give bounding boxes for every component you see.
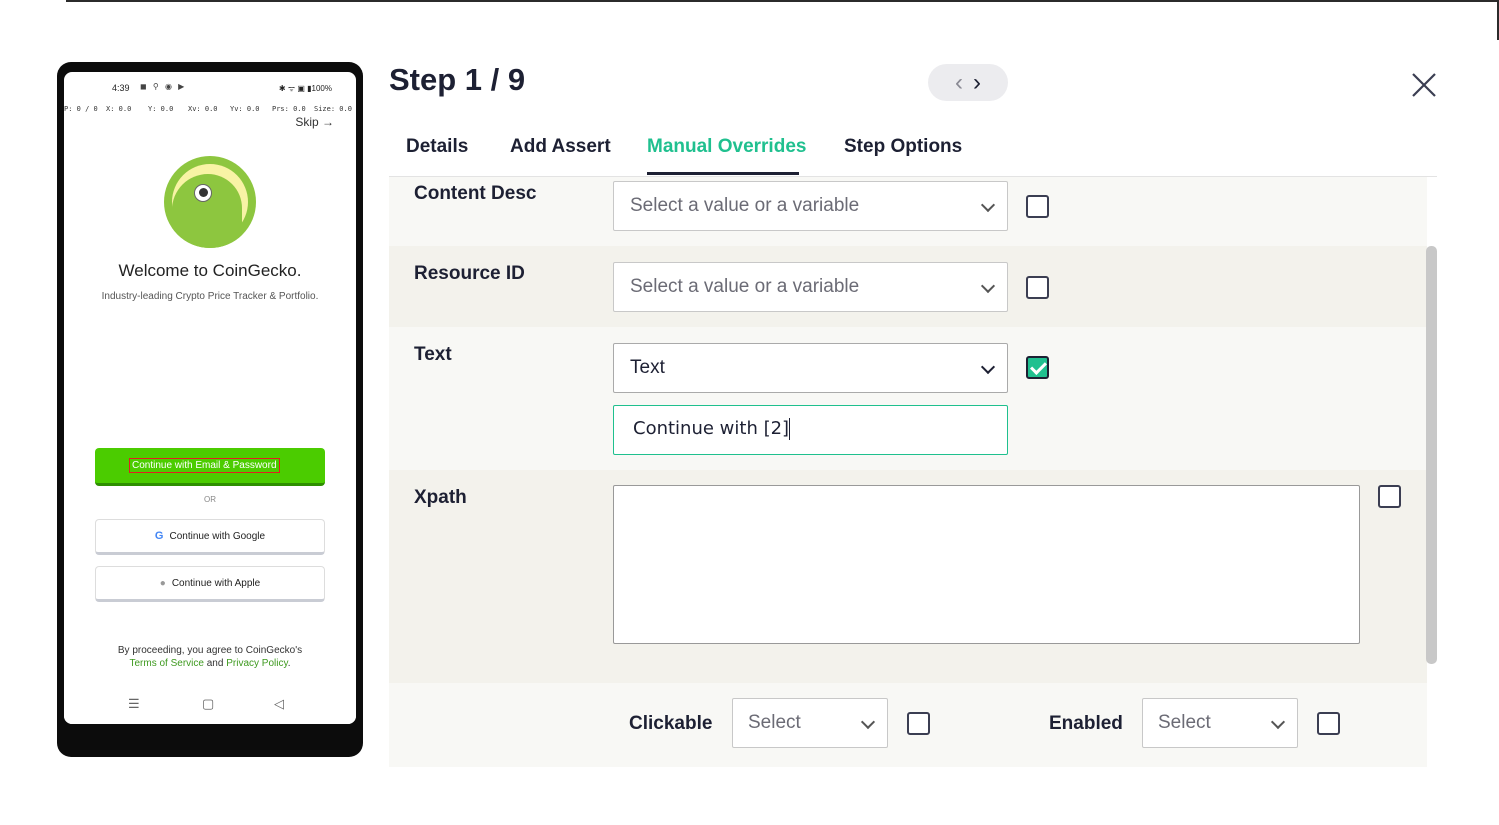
continue-email-label: Continue with Email & Password xyxy=(129,458,280,473)
tab-step-options[interactable]: Step Options xyxy=(844,136,962,158)
tagline: Industry-leading Crypto Price Tracker & … xyxy=(101,291,319,302)
enabled-placeholder: Select xyxy=(1158,712,1211,733)
or-divider: OR xyxy=(204,495,216,504)
tab-bar: Details Add Assert Manual Overrides Step… xyxy=(389,124,1437,177)
pointer-size: Size: 0.0 xyxy=(314,105,352,113)
chevron-right-icon[interactable]: › xyxy=(973,70,981,95)
coingecko-logo-icon xyxy=(164,156,256,248)
content-scrollbar[interactable] xyxy=(1426,246,1437,664)
attributes-row: Clickable Select Enabled Select xyxy=(389,683,1427,767)
active-tab-indicator xyxy=(647,172,799,175)
chevron-down-icon xyxy=(980,197,996,213)
continue-apple-label: Continue with Apple xyxy=(171,577,261,589)
xpath-row: Xpath xyxy=(389,470,1427,683)
google-icon: G xyxy=(154,530,164,542)
terms-link[interactable]: Terms of Service xyxy=(130,658,204,669)
manual-overrides-panel: Content Desc Select a value or a variabl… xyxy=(389,177,1427,767)
resource-id-checkbox[interactable] xyxy=(1026,276,1049,299)
battery-indicator: ✱ ᯤ ▣ ▮100% xyxy=(278,84,332,93)
text-checkbox[interactable] xyxy=(1026,356,1049,379)
enabled-select[interactable]: Select xyxy=(1142,698,1298,748)
window-top-border xyxy=(66,0,1499,2)
welcome-heading: Welcome to CoinGecko. xyxy=(118,261,302,280)
legal-notice: By proceeding, you agree to CoinGecko's … xyxy=(64,644,356,670)
step-title: Step 1 / 9 xyxy=(389,62,526,97)
xpath-label: Xpath xyxy=(414,487,467,508)
device-preview: 4:39 ◼ ⚲ ◉ ▶ ✱ ᯤ ▣ ▮100% P: 0 / 0 X: 0.0… xyxy=(57,62,363,757)
pointer-x: X: 0.0 xyxy=(106,105,132,113)
legal-and: and xyxy=(203,658,227,669)
clickable-label: Clickable xyxy=(629,713,713,734)
tab-add-assert[interactable]: Add Assert xyxy=(510,136,611,158)
tab-manual-overrides[interactable]: Manual Overrides xyxy=(647,136,806,158)
step-navigation: ‹ › xyxy=(928,64,1008,101)
xpath-textarea[interactable] xyxy=(613,485,1360,644)
device-screen[interactable]: 4:39 ◼ ⚲ ◉ ▶ ✱ ᯤ ▣ ▮100% P: 0 / 0 X: 0.0… xyxy=(64,72,356,724)
resource-id-placeholder: Select a value or a variable xyxy=(630,276,860,297)
text-source-select[interactable]: Text xyxy=(613,343,1008,393)
pointer-xv: Xv: 0.0 xyxy=(188,105,218,113)
chevron-down-icon xyxy=(860,714,876,730)
menu-icon[interactable]: ☰ xyxy=(128,696,140,712)
pointer-prs: Prs: 0.0 xyxy=(272,105,306,113)
notification-icons: ◼ ⚲ ◉ ▶ xyxy=(140,82,187,91)
device-status-bar: 4:39 ◼ ⚲ ◉ ▶ ✱ ᯤ ▣ ▮100% xyxy=(64,80,356,94)
enabled-checkbox[interactable] xyxy=(1317,712,1340,735)
pointer-y: Y: 0.0 xyxy=(148,105,174,113)
content-desc-select[interactable]: Select a value or a variable xyxy=(613,181,1008,231)
continue-apple-button[interactable]: ● Continue with Apple xyxy=(95,566,325,602)
text-source-value: Text xyxy=(630,357,665,378)
content-desc-label: Content Desc xyxy=(414,183,537,204)
text-value-input[interactable]: Continue with [2] xyxy=(613,405,1008,455)
legal-period: . xyxy=(287,658,291,669)
clickable-checkbox[interactable] xyxy=(907,712,930,735)
continue-email-button[interactable]: Continue with Email & Password xyxy=(95,448,325,486)
content-desc-row: Content Desc Select a value or a variabl… xyxy=(389,177,1427,246)
clickable-placeholder: Select xyxy=(748,712,801,733)
resource-id-select[interactable]: Select a value or a variable xyxy=(613,262,1008,312)
chevron-down-icon xyxy=(1270,714,1286,730)
skip-link[interactable]: Skip → xyxy=(295,115,334,129)
chevron-left-icon[interactable]: ‹ xyxy=(955,70,963,95)
resource-id-label: Resource ID xyxy=(414,263,525,284)
legal-line: By proceeding, you agree to CoinGecko's xyxy=(117,645,303,656)
content-desc-checkbox[interactable] xyxy=(1026,195,1049,218)
xpath-checkbox[interactable] xyxy=(1378,485,1401,508)
enabled-label: Enabled xyxy=(1049,713,1123,734)
tab-details[interactable]: Details xyxy=(406,136,468,158)
continue-google-label: Continue with Google xyxy=(169,530,266,542)
content-desc-placeholder: Select a value or a variable xyxy=(630,195,860,216)
pointer-p: P: 0 / 0 xyxy=(64,105,98,113)
pointer-yv: Yv: 0.0 xyxy=(230,105,260,113)
close-icon[interactable] xyxy=(1407,68,1441,102)
continue-google-button[interactable]: G Continue with Google xyxy=(95,519,325,555)
chevron-down-icon xyxy=(980,278,996,294)
apple-icon: ● xyxy=(159,577,166,589)
status-time: 4:39 xyxy=(112,83,130,93)
privacy-link[interactable]: Privacy Policy xyxy=(226,658,288,669)
device-nav-bar: ☰ ▢ ◁ xyxy=(64,688,356,724)
home-icon[interactable]: ▢ xyxy=(202,696,214,712)
chevron-down-icon xyxy=(980,359,996,375)
back-icon[interactable]: ◁ xyxy=(274,696,284,712)
resource-id-row: Resource ID Select a value or a variable xyxy=(389,246,1427,327)
text-row: Text Text Continue with [2] xyxy=(389,327,1427,470)
text-label: Text xyxy=(414,344,452,365)
clickable-select[interactable]: Select xyxy=(732,698,888,748)
text-value: Continue with [2] xyxy=(633,418,790,439)
